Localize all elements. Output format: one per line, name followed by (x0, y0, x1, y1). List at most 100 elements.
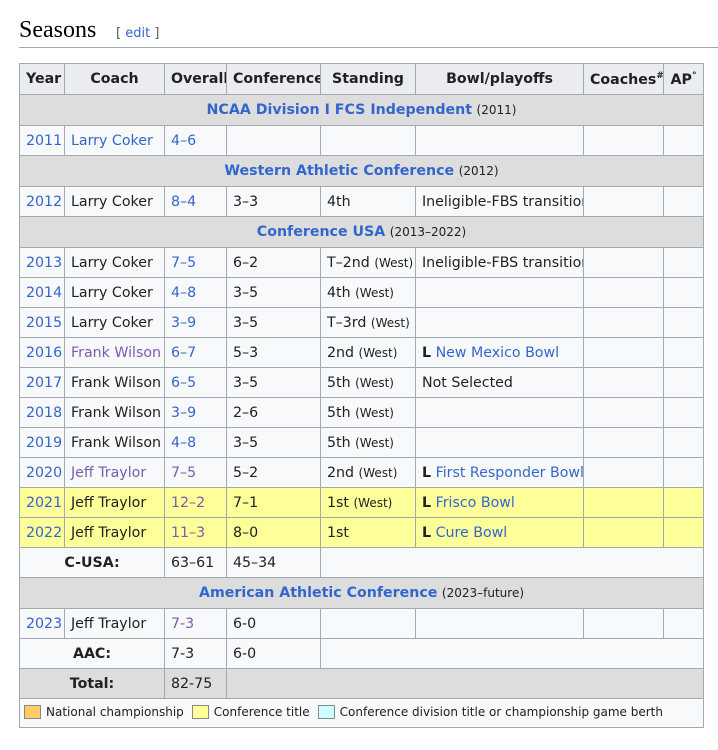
coach-link[interactable]: Larry Coker (71, 133, 153, 149)
bowl-link[interactable]: Frisco Bowl (436, 495, 515, 511)
seasons-table: Year Coach Overall Conference Standing B… (19, 63, 704, 728)
coach-name: Frank Wilson (71, 374, 162, 391)
total-filler (226, 668, 704, 699)
season-row: 2017 Frank Wilson 6–5 3–5 5th (West) Not Sele… (19, 367, 704, 398)
col-year: Year (19, 63, 65, 95)
bowl-link[interactable]: Cure Bowl (436, 525, 508, 541)
overall-record-link[interactable]: 4–8 (171, 285, 196, 301)
conference-group-header: American Athletic Conference (2023–futur… (19, 577, 704, 609)
conference-name-link[interactable]: American Athletic Conference (199, 585, 437, 601)
header-row: Year Coach Overall Conference Standing B… (19, 63, 704, 95)
overall-cell: 7–5 (164, 457, 227, 488)
season-year-link[interactable]: 2020 (26, 465, 62, 481)
season-year-link[interactable]: 2017 (26, 375, 62, 391)
conference-record: 3–3 (226, 186, 321, 217)
overall-record-link[interactable]: 3–9 (171, 315, 196, 331)
conference-name-link[interactable]: NCAA Division I FCS Independent (207, 102, 472, 118)
overall-record-link[interactable]: 6–5 (171, 375, 196, 391)
year-cell: 2013 (19, 247, 65, 278)
year-cell: 2017 (19, 367, 65, 398)
year-cell: 2018 (19, 397, 65, 428)
bowl-cell: L First Responder Bowl (415, 457, 584, 488)
ap-poll-cell (663, 517, 704, 548)
overall-record-link[interactable]: 8–4 (171, 194, 196, 210)
summary-conference: 45–34 (226, 547, 321, 578)
conference-name-link[interactable]: Western Athletic Conference (224, 163, 454, 179)
summary-label: AAC: (19, 638, 165, 669)
overall-record-link[interactable]: 12–2 (171, 495, 205, 511)
overall-record-link[interactable]: 7–5 (171, 465, 196, 481)
season-year-link[interactable]: 2022 (26, 525, 62, 541)
coaches-poll-cell (583, 487, 664, 518)
coaches-poll-cell (583, 125, 664, 156)
conference-record: 7–1 (226, 487, 321, 518)
standing-place: 5th (327, 434, 351, 451)
coach-cell: Jeff Traylor (64, 517, 165, 548)
overall-record-link[interactable]: 3–9 (171, 405, 196, 421)
conference-record: 3–5 (226, 367, 321, 398)
conference-name-link[interactable]: Conference USA (257, 224, 385, 240)
season-year-link[interactable]: 2021 (26, 495, 62, 511)
ap-poll-cell (663, 337, 704, 368)
conference-years: (2012) (458, 164, 499, 178)
bowl-result: L (422, 524, 432, 541)
legend-swatch (191, 704, 209, 719)
overall-cell: 7-3 (164, 608, 227, 639)
season-year-link[interactable]: 2023 (26, 616, 62, 632)
standing-cell (320, 608, 416, 639)
section-title: Seasons (19, 17, 97, 43)
coaches-poll-cell (583, 608, 664, 639)
standing-division: (West) (355, 285, 394, 300)
season-year-link[interactable]: 2011 (26, 133, 62, 149)
standing-place: 1st (327, 494, 349, 511)
standing-place: 2nd (327, 344, 355, 361)
season-row: 2014 Larry Coker 4–8 3–5 4th (West) (19, 277, 704, 308)
conference-record (226, 125, 321, 156)
overall-record-link[interactable]: 7–5 (171, 255, 196, 271)
overall-record-link[interactable]: 4–8 (171, 435, 196, 451)
edit-link[interactable]: edit (125, 26, 150, 41)
bowl-result: L (422, 344, 432, 361)
conference-record: 3–5 (226, 307, 321, 338)
total-overall: 82-75 (164, 668, 227, 699)
season-row: 2016 Frank Wilson 6–7 5–3 2nd (West) L New Me… (19, 337, 704, 368)
standing-cell: 1st (320, 517, 416, 548)
year-cell: 2011 (19, 125, 65, 156)
overall-cell: 6–5 (164, 367, 227, 398)
coach-cell: Jeff Traylor (64, 457, 165, 488)
coach-cell: Larry Coker (64, 307, 165, 338)
coach-link[interactable]: Frank Wilson (71, 345, 161, 361)
coaches-poll-cell (583, 247, 664, 278)
overall-record-link[interactable]: 7-3 (171, 616, 194, 632)
season-year-link[interactable]: 2012 (26, 194, 62, 210)
conference-record: 5–2 (226, 457, 321, 488)
col-standing: Standing (320, 63, 416, 95)
season-year-link[interactable]: 2015 (26, 315, 62, 331)
coach-name: Larry Coker (71, 193, 153, 210)
coach-link[interactable]: Jeff Traylor (71, 465, 146, 481)
season-year-link[interactable]: 2014 (26, 285, 62, 301)
overall-record-link[interactable]: 4–6 (171, 133, 196, 149)
coach-cell: Frank Wilson (64, 367, 165, 398)
overall-cell: 8–4 (164, 186, 227, 217)
season-year-link[interactable]: 2019 (26, 435, 62, 451)
standing-cell: 4th (320, 186, 416, 217)
coach-name: Frank Wilson (71, 404, 162, 421)
bowl-link[interactable]: New Mexico Bowl (436, 345, 559, 361)
overall-record-link[interactable]: 11–3 (171, 525, 205, 541)
coaches-poll-cell (583, 427, 664, 458)
ap-poll-cell (663, 367, 704, 398)
ap-footnote-mark: ° (691, 70, 697, 81)
year-cell: 2019 (19, 427, 65, 458)
overall-cell: 3–9 (164, 307, 227, 338)
season-year-link[interactable]: 2018 (26, 405, 62, 421)
season-year-link[interactable]: 2013 (26, 255, 62, 271)
standing-place: 1st (327, 524, 349, 541)
bowl-cell: Not Selected (415, 367, 584, 398)
overall-record-link[interactable]: 6–7 (171, 345, 196, 361)
season-year-link[interactable]: 2016 (26, 345, 62, 361)
legend-item: National championship (24, 704, 184, 719)
coach-name: Frank Wilson (71, 434, 162, 451)
bowl-link[interactable]: First Responder Bowl (436, 465, 583, 481)
standing-place: 5th (327, 404, 351, 421)
